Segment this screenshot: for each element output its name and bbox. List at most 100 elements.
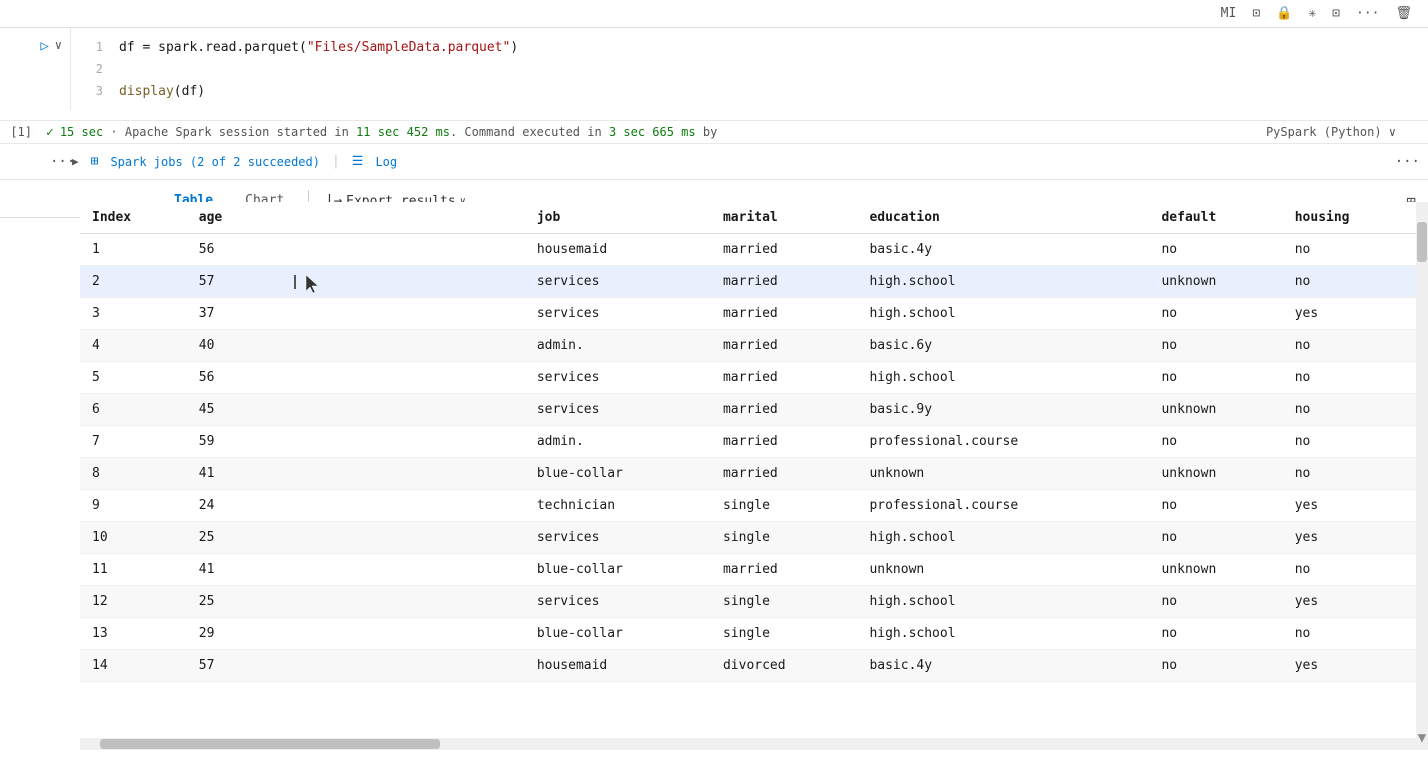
cell-marital: married [711, 426, 857, 458]
column-header-index: Index [80, 202, 187, 234]
comment-icon[interactable]: ⊡ [1328, 4, 1344, 23]
cell-age: 29 [187, 618, 525, 650]
cell-default: no [1149, 234, 1282, 266]
cell-education: professional.course [857, 490, 1149, 522]
cell-housing: yes [1283, 490, 1416, 522]
cell-education: unknown [857, 458, 1149, 490]
cell-education: high.school [857, 298, 1149, 330]
cell-marital: single [711, 522, 857, 554]
cell-default: no [1149, 490, 1282, 522]
cell-index: 5 [80, 362, 187, 394]
cell-housing: no [1283, 234, 1416, 266]
cell-job: admin. [525, 426, 711, 458]
cell-age: 25 [187, 586, 525, 618]
monitor-icon[interactable]: ⊡ [1248, 4, 1264, 23]
column-header-job: job [525, 202, 711, 234]
horizontal-scrollbar[interactable] [80, 738, 1416, 750]
cell-index: 4 [80, 330, 187, 362]
status-check-icon: ✓ [46, 125, 54, 140]
cell-education: unknown [857, 554, 1149, 586]
cell-housing: yes [1283, 522, 1416, 554]
column-header-housing: housing [1283, 202, 1416, 234]
cell-index: 7 [80, 426, 187, 458]
cell-education: basic.6y [857, 330, 1149, 362]
cell-age: 45 [187, 394, 525, 426]
cell-default: unknown [1149, 266, 1282, 298]
spark-jobs-link[interactable]: Spark jobs (2 of 2 succeeded) [110, 155, 320, 169]
cell-housing: no [1283, 618, 1416, 650]
cell-index: 8 [80, 458, 187, 490]
cell-default: no [1149, 586, 1282, 618]
cell-marital: divorced [711, 650, 857, 682]
run-button[interactable]: ▷ [40, 38, 48, 54]
cell-default: no [1149, 330, 1282, 362]
table-body: 156housemaidmarriedbasic.4ynono257 servi… [80, 234, 1416, 682]
cell-age: 41 [187, 458, 525, 490]
cell-age: 57 [187, 650, 525, 682]
cell-job: housemaid [525, 650, 711, 682]
collapse-button[interactable]: ∨ [55, 38, 62, 54]
cell-index: 2 [80, 266, 187, 298]
cell-age: 40 [187, 330, 525, 362]
cell-education: basic.4y [857, 234, 1149, 266]
cell-default: no [1149, 426, 1282, 458]
vertical-scrollbar-thumb[interactable] [1417, 222, 1427, 262]
mi-icon[interactable]: MI [1217, 4, 1241, 23]
more-icon[interactable]: ··· [1352, 4, 1383, 23]
cell-job: services [525, 586, 711, 618]
status-message: 15 sec · Apache Spark session started in… [60, 125, 718, 139]
table-row: 1457housemaiddivorcedbasic.4ynoyes [80, 650, 1416, 682]
table-row: 556servicesmarriedhigh.schoolnono [80, 362, 1416, 394]
cell-index: 11 [80, 554, 187, 586]
table-row: 440admin.marriedbasic.6ynono [80, 330, 1416, 362]
cell-index: 1 [80, 234, 187, 266]
cell-education: professional.course [857, 426, 1149, 458]
log-link[interactable]: Log [375, 155, 397, 169]
cell-age: 25 [187, 522, 525, 554]
cell-marital: married [711, 266, 857, 298]
cell-age: 24 [187, 490, 525, 522]
cell-index: 3 [80, 298, 187, 330]
output-toolbar-dots[interactable]: ··· [1395, 154, 1420, 170]
code-line-2: 2 [71, 58, 1428, 80]
cell-default: no [1149, 362, 1282, 394]
cell-housing: no [1283, 266, 1416, 298]
table-row: 257 servicesmarriedhigh.schoolunknownno [80, 266, 1416, 298]
cell-marital: single [711, 586, 857, 618]
cell-job: services [525, 394, 711, 426]
cell-education: high.school [857, 586, 1149, 618]
cell-job: services [525, 266, 711, 298]
cell-age: 41 [187, 554, 525, 586]
cell-marital: married [711, 554, 857, 586]
cell-age: 37 [187, 298, 525, 330]
horizontal-scrollbar-thumb[interactable] [100, 739, 440, 749]
table-row: 759admin.marriedprofessional.coursenono [80, 426, 1416, 458]
top-toolbar: MI ⊡ 🔒 ✳ ⊡ ··· 🗑 [0, 0, 1428, 28]
vertical-scrollbar[interactable]: ▼ [1416, 202, 1428, 750]
cell-marital: married [711, 330, 857, 362]
trash-icon[interactable]: 🗑 [1391, 4, 1416, 23]
cell-education: high.school [857, 362, 1149, 394]
cell-default: no [1149, 650, 1282, 682]
cell-job: admin. [525, 330, 711, 362]
table-row: 645servicesmarriedbasic.9yunknownno [80, 394, 1416, 426]
column-header-education: education [857, 202, 1149, 234]
table-row: 924techniciansingleprofessional.courseno… [80, 490, 1416, 522]
lock-icon[interactable]: 🔒 [1272, 4, 1296, 23]
cell-marital: married [711, 458, 857, 490]
code-editor[interactable]: 1 df = spark.read.parquet("Files/SampleD… [70, 28, 1428, 110]
cell-number: [1] [8, 125, 40, 139]
log-separator: | [332, 154, 340, 169]
output-more-dots[interactable]: ··· [50, 154, 75, 170]
cell-age: 56 [187, 362, 525, 394]
asterisk-icon[interactable]: ✳ [1304, 4, 1320, 23]
cell-marital: single [711, 490, 857, 522]
column-header-default: default [1149, 202, 1282, 234]
cell-job: housemaid [525, 234, 711, 266]
cell-default: no [1149, 522, 1282, 554]
cell-housing: yes [1283, 298, 1416, 330]
column-header-age: age [187, 202, 525, 234]
data-table-wrapper: ▼ Indexagejobmaritaleducationdefaulthous… [0, 202, 1428, 750]
cell-default: no [1149, 618, 1282, 650]
cell-index: 10 [80, 522, 187, 554]
